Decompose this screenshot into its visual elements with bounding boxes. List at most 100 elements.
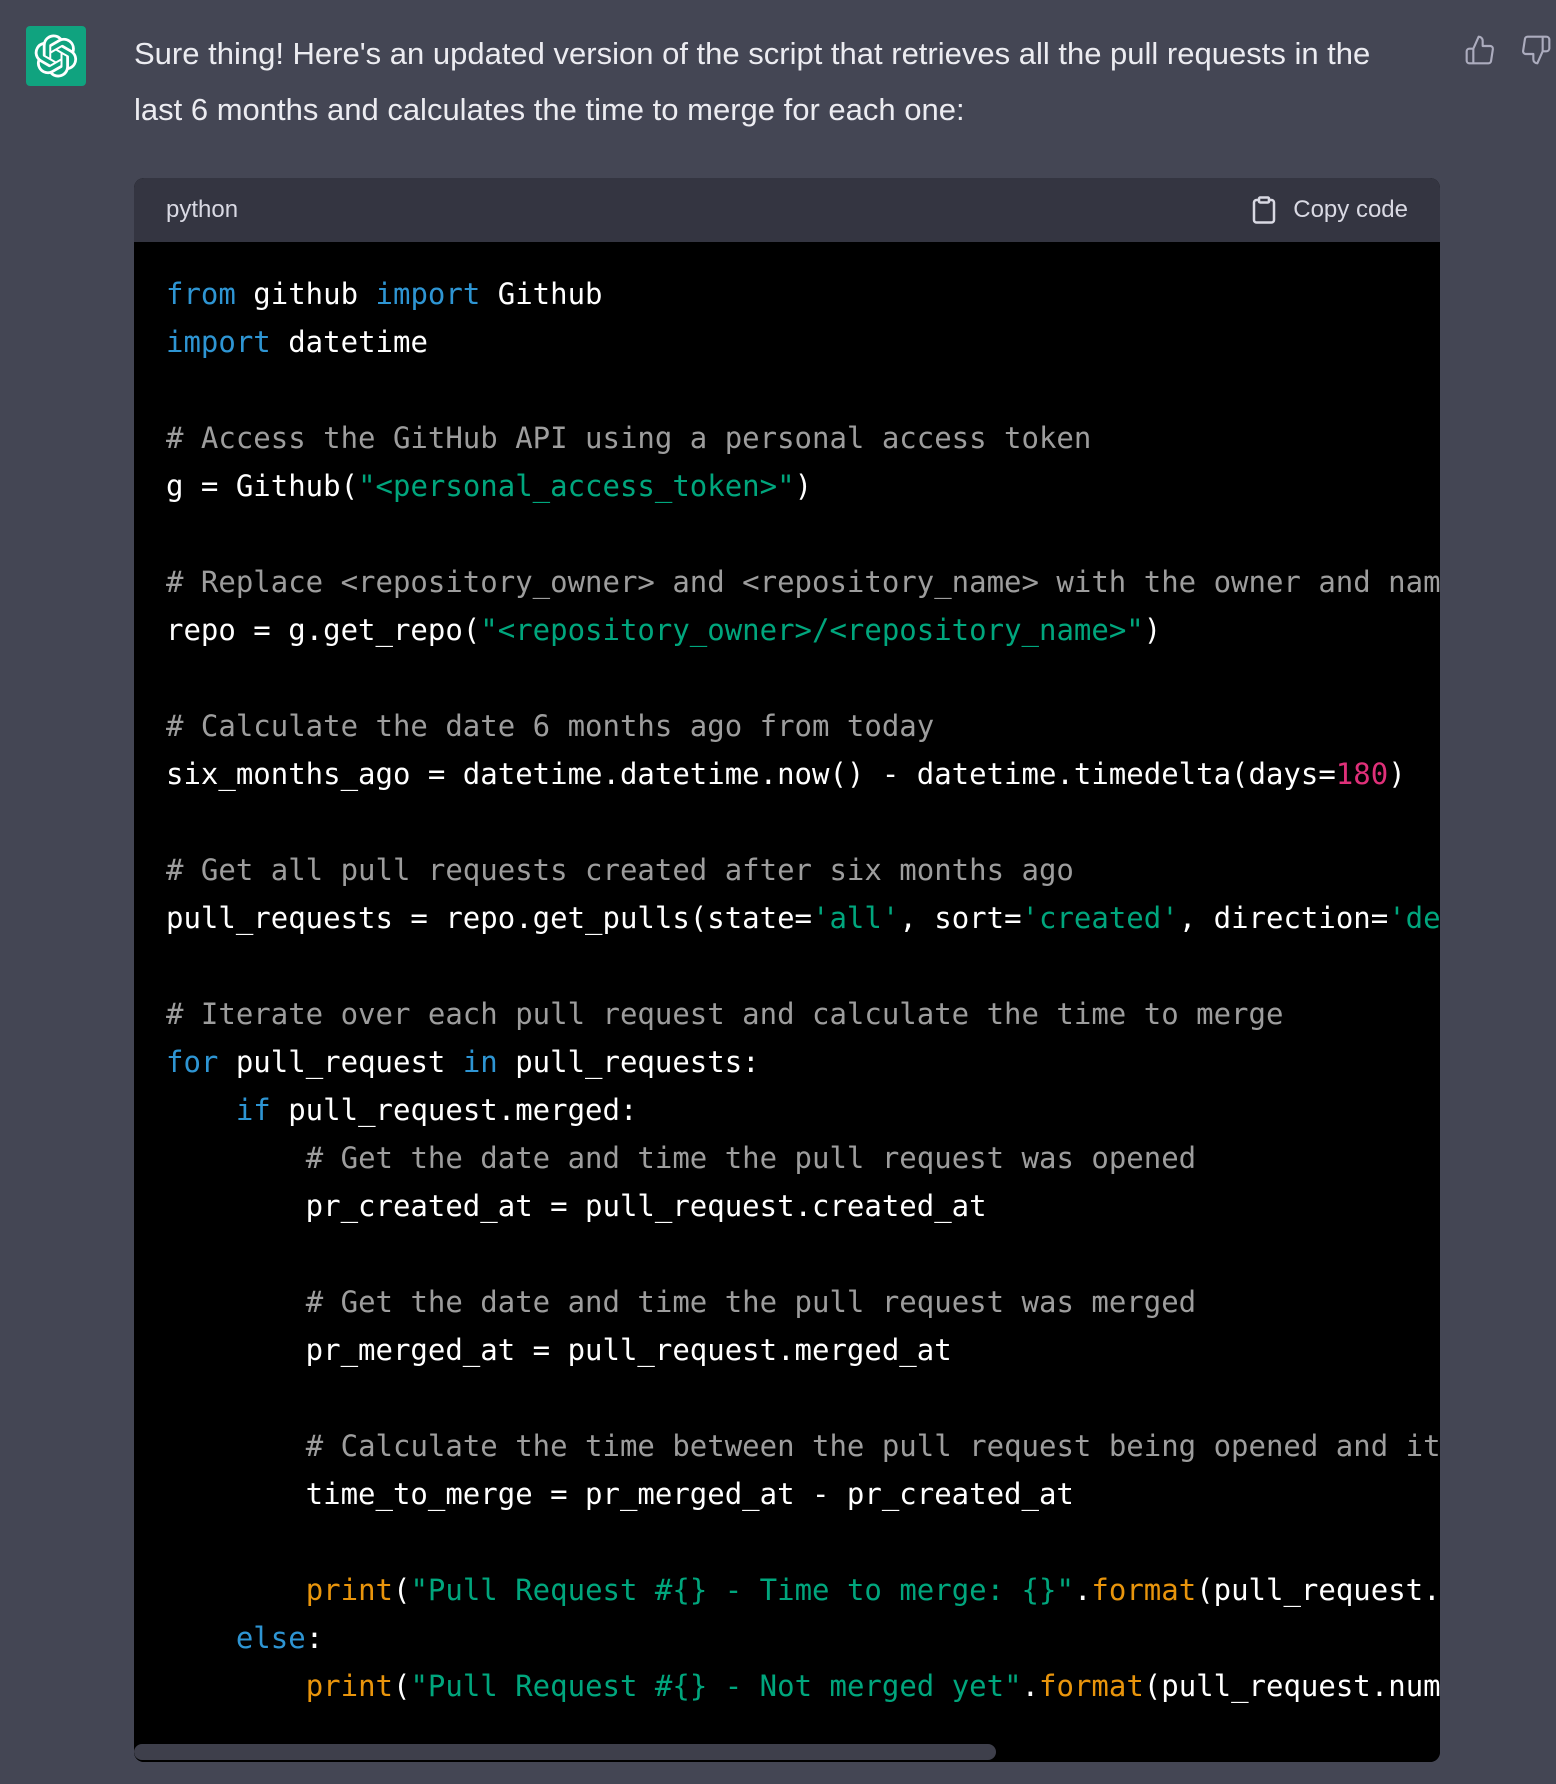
code-token-function: print xyxy=(305,1573,393,1607)
code-token-text: github xyxy=(235,277,376,311)
code-token-text: (pull_request.number xyxy=(1143,1669,1440,1703)
code-token-keyword: import xyxy=(375,277,481,311)
code-token-text: pr_merged_at = pull_request.merged_at xyxy=(166,1333,952,1367)
code-token-text: pull_requests: xyxy=(497,1045,760,1079)
code-line: pr_merged_at = pull_request.merged_at xyxy=(166,1326,1440,1374)
code-token-text: ) xyxy=(1143,613,1162,647)
code-line: # Calculate the date 6 months ago from t… xyxy=(166,702,1440,750)
code-line: time_to_merge = pr_merged_at - pr_create… xyxy=(166,1470,1440,1518)
openai-logo-icon xyxy=(34,34,78,78)
code-token-keyword: from xyxy=(166,277,236,311)
code-line: # Get all pull requests created after si… xyxy=(166,846,1440,894)
code-token-text: : xyxy=(305,1621,324,1655)
code-token-comment: # Get the date and time the pull request… xyxy=(305,1285,1197,1319)
code-token-text: pull_request xyxy=(218,1045,463,1079)
code-header: python Copy code xyxy=(134,178,1440,242)
code-token-string: "<personal_access_token>" xyxy=(358,469,795,503)
code-token-text: . xyxy=(1073,1573,1092,1607)
code-token-keyword: else xyxy=(235,1621,306,1655)
code-token-comment: # Iterate over each pull request and cal… xyxy=(166,997,1284,1031)
code-token-text: ( xyxy=(393,1573,411,1607)
code-token-text: g = Github( xyxy=(166,469,359,503)
code-line: g = Github("<personal_access_token>") xyxy=(166,462,1440,510)
code-token-keyword: if xyxy=(235,1093,271,1127)
code-token-function: print xyxy=(305,1669,393,1703)
code-line: pr_created_at = pull_request.created_at xyxy=(166,1182,1440,1230)
code-line: print("Pull Request #{} - Time to merge:… xyxy=(166,1566,1440,1614)
assistant-message: Sure thing! Here's an updated version of… xyxy=(134,36,1371,127)
code-token-comment: # Replace <repository_owner> and <reposi… xyxy=(166,565,1440,599)
code-token-text: ) xyxy=(794,469,813,503)
code-line: six_months_ago = datetime.datetime.now()… xyxy=(166,750,1440,798)
code-line: else: xyxy=(166,1614,1440,1662)
code-line: print("Pull Request #{} - Not merged yet… xyxy=(166,1662,1440,1710)
code-token-text: ( xyxy=(393,1669,411,1703)
horizontal-scrollbar[interactable] xyxy=(134,1744,1440,1762)
code-line: # Access the GitHub API using a personal… xyxy=(166,414,1440,462)
code-body[interactable]: from github import Github import datetime… xyxy=(134,242,1440,1762)
code-content: from github import Github import datetime… xyxy=(166,270,1440,1710)
thumbs-up-icon xyxy=(1465,35,1494,65)
code-token-string: 'desc' xyxy=(1388,901,1440,935)
thumbs-down-button[interactable] xyxy=(1516,30,1556,70)
code-token-function: format xyxy=(1039,1669,1144,1703)
copy-code-button[interactable]: Copy code xyxy=(1249,195,1408,225)
code-line: # Get the date and time the pull request… xyxy=(166,1278,1440,1326)
code-line: # Calculate the time between the pull re… xyxy=(166,1422,1440,1470)
code-token-comment: # Get all pull requests created after si… xyxy=(166,853,1074,887)
code-line: repo = g.get_repo("<repository_owner>/<r… xyxy=(166,606,1440,654)
code-token-text: datetime xyxy=(270,325,428,359)
code-token-keyword: in xyxy=(462,1045,498,1079)
copy-code-label: Copy code xyxy=(1293,196,1408,223)
code-block: python Copy code from github import Gith… xyxy=(134,178,1440,1762)
code-language-label: python xyxy=(166,196,239,223)
code-line: from github import Github xyxy=(166,270,1440,318)
code-token-text: . xyxy=(1021,1669,1040,1703)
code-token-text: six_months_ago = datetime.datetime.now()… xyxy=(166,757,1336,791)
code-token-comment: # Calculate the time between the pull re… xyxy=(305,1429,1440,1463)
thumbs-down-icon xyxy=(1522,35,1551,65)
code-token-comment: # Calculate the date 6 months ago from t… xyxy=(166,709,935,743)
code-token-text: pull_request.merged: xyxy=(270,1093,638,1127)
code-token-string: 'created' xyxy=(1021,901,1179,935)
code-token-function: format xyxy=(1091,1573,1197,1607)
code-line: pull_requests = repo.get_pulls(state='al… xyxy=(166,894,1440,942)
code-token-string: "Pull Request #{} - Time to merge: {}" xyxy=(410,1573,1074,1607)
code-token-number: 180 xyxy=(1335,757,1389,791)
code-line: # Get the date and time the pull request… xyxy=(166,1134,1440,1182)
clipboard-icon xyxy=(1253,196,1276,224)
code-token-text: Github xyxy=(480,277,603,311)
code-token-text: pull_requests = repo.get_pulls(state= xyxy=(166,901,813,935)
code-token-text: , direction= xyxy=(1178,901,1389,935)
scrollbar-thumb[interactable] xyxy=(134,1744,996,1760)
code-token-keyword: for xyxy=(166,1045,219,1079)
code-token-text: pr_created_at = pull_request.created_at xyxy=(166,1189,987,1223)
code-token-string: "Pull Request #{} - Not merged yet" xyxy=(410,1669,1022,1703)
code-token-text: , sort= xyxy=(899,901,1022,935)
thumbs-up-button[interactable] xyxy=(1460,30,1500,70)
code-token-text: repo = g.get_repo( xyxy=(166,613,481,647)
code-line: # Iterate over each pull request and cal… xyxy=(166,990,1440,1038)
code-line: import datetime xyxy=(166,318,1440,366)
assistant-avatar xyxy=(26,26,86,86)
code-token-text: ) xyxy=(1388,757,1406,791)
code-token-text: time_to_merge = pr_merged_at - pr_create… xyxy=(166,1477,1074,1511)
code-token-string: 'all' xyxy=(812,901,900,935)
code-token-string: "<repository_owner>/<repository_name>" xyxy=(480,613,1144,647)
code-token-comment: # Get the date and time the pull request… xyxy=(305,1141,1197,1175)
